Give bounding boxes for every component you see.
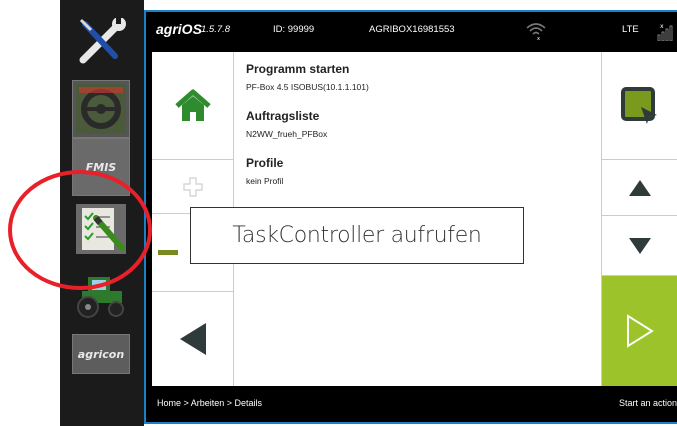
task-controller-button[interactable] (72, 200, 130, 258)
select-arrow-icon (621, 86, 657, 124)
task-controller-tooltip: TaskController aufrufen (190, 207, 524, 264)
steering-system-button[interactable] (72, 80, 130, 138)
device-id-label: ID: 99999 (273, 24, 315, 35)
back-button[interactable] (152, 292, 234, 386)
svg-text:x: x (537, 36, 540, 40)
home-button[interactable] (152, 52, 234, 160)
plus-icon (182, 176, 203, 197)
job-list-value: N2WW_frueh_PFBox (246, 129, 328, 139)
footer-bar: Home > Arbeiten > Details Start an actio… (146, 386, 677, 422)
brand-logo: agriOS (156, 21, 202, 37)
breadcrumb: Home > Arbeiten > Details (157, 398, 263, 408)
home-icon (174, 89, 211, 121)
svg-text:x: x (660, 23, 664, 30)
play-icon (627, 314, 654, 348)
minus-icon (157, 249, 178, 255)
agricon-button[interactable]: agricon (72, 334, 130, 374)
status-bar: agriOS 1.5.7.8 ID: 99999 AGRIBOX16981553… (146, 12, 677, 52)
profile-label: Profile (246, 156, 284, 170)
start-action-button[interactable] (602, 276, 677, 386)
version-label: 1.5.7.8 (201, 24, 231, 35)
wifi-icon: x (526, 23, 546, 40)
box-id-label: AGRIBOX16981553 (369, 24, 455, 35)
settings-tools-button[interactable] (72, 13, 130, 71)
start-program-label: Programm starten (246, 62, 350, 76)
fmis-button[interactable]: FMIS (72, 138, 130, 196)
signal-strength-icon: x (657, 23, 673, 41)
tractor-icon (77, 277, 124, 318)
triangle-up-icon (629, 179, 651, 196)
add-button[interactable] (152, 160, 234, 214)
checklist-pen-icon (76, 204, 126, 254)
footer-hint: Start an action (618, 398, 677, 408)
right-button-column (601, 52, 677, 386)
scroll-up-button[interactable] (602, 160, 677, 216)
network-type-label: LTE (622, 24, 639, 35)
profile-value: kein Profil (246, 176, 284, 186)
wrench-screwdriver-icon (79, 18, 126, 64)
tractor-button[interactable] (72, 266, 130, 324)
tooltip-text: TaskController aufrufen (232, 223, 482, 248)
details-panel: Programm starten PF-Box 4.5 ISOBUS(10.1.… (246, 62, 586, 203)
scroll-down-button[interactable] (602, 216, 677, 276)
triangle-down-icon (629, 237, 651, 254)
steering-wheel-icon (76, 84, 126, 134)
job-list-label: Auftragsliste (246, 109, 320, 123)
select-button[interactable] (602, 52, 677, 160)
triangle-left-icon (179, 323, 206, 355)
start-program-value: PF-Box 4.5 ISOBUS(10.1.1.101) (246, 82, 369, 92)
fmis-label: FMIS (85, 160, 117, 174)
agricon-logo: agricon (77, 347, 125, 361)
